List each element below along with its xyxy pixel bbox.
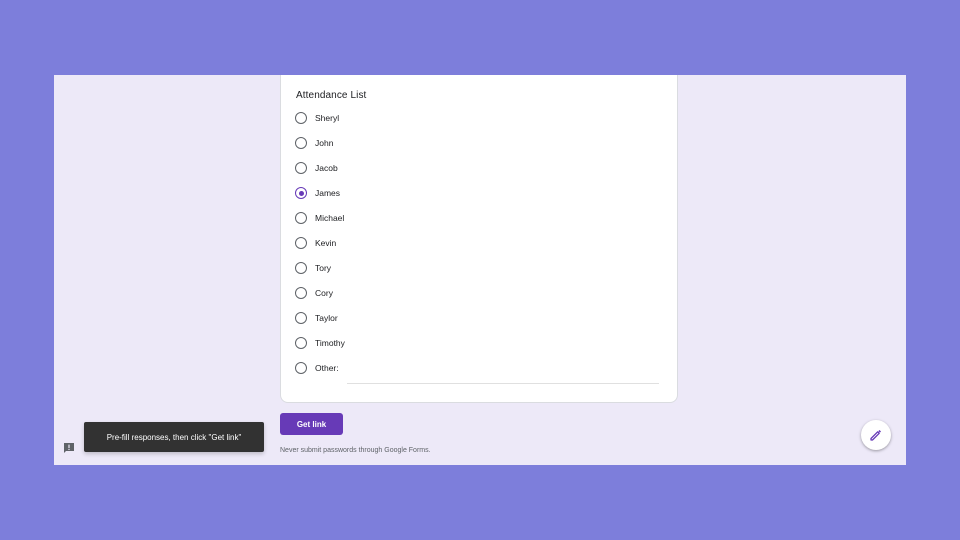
radio-button[interactable] bbox=[295, 112, 307, 124]
radio-button[interactable] bbox=[295, 162, 307, 174]
option-taylor[interactable]: Taylor bbox=[295, 310, 338, 326]
toast-message: Pre-fill responses, then click "Get link… bbox=[106, 432, 242, 442]
toast-notification: Pre-fill responses, then click "Get link… bbox=[84, 422, 264, 452]
option-label: Kevin bbox=[315, 238, 337, 248]
option-label: James bbox=[315, 188, 341, 198]
option-timothy[interactable]: Timothy bbox=[295, 335, 345, 351]
option-kevin[interactable]: Kevin bbox=[295, 235, 336, 251]
option-james[interactable]: James bbox=[295, 185, 340, 201]
get-link-button[interactable]: Get link bbox=[280, 413, 343, 435]
radio-button[interactable] bbox=[295, 362, 307, 374]
radio-button[interactable] bbox=[295, 287, 307, 299]
option-label: Other: bbox=[315, 363, 339, 373]
option-sheryl[interactable]: Sheryl bbox=[295, 110, 339, 126]
pencil-icon bbox=[870, 430, 881, 441]
option-jacob[interactable]: Jacob bbox=[295, 160, 338, 176]
form-frame: Attendance List Sheryl John Jacob James … bbox=[54, 75, 906, 465]
option-label: Michael bbox=[315, 213, 345, 223]
radio-button[interactable] bbox=[295, 262, 307, 274]
edit-fab-button[interactable] bbox=[861, 420, 891, 450]
radio-button[interactable] bbox=[295, 337, 307, 349]
radio-button[interactable] bbox=[295, 137, 307, 149]
option-label: Tory bbox=[315, 263, 332, 273]
other-text-input[interactable] bbox=[347, 371, 659, 384]
option-label: Sheryl bbox=[315, 113, 340, 123]
option-label: John bbox=[315, 138, 334, 148]
question-title: Attendance List bbox=[296, 90, 367, 101]
option-tory[interactable]: Tory bbox=[295, 260, 331, 276]
radio-button[interactable] bbox=[295, 212, 307, 224]
radio-button[interactable] bbox=[295, 312, 307, 324]
radio-button[interactable] bbox=[295, 237, 307, 249]
feedback-icon[interactable] bbox=[63, 441, 75, 453]
password-disclaimer: Never submit passwords through Google Fo… bbox=[280, 447, 431, 454]
option-label: Taylor bbox=[315, 313, 338, 323]
option-other[interactable]: Other: bbox=[295, 360, 339, 376]
option-label: Jacob bbox=[315, 163, 338, 173]
radio-button-checked[interactable] bbox=[295, 187, 307, 199]
option-john[interactable]: John bbox=[295, 135, 333, 151]
option-michael[interactable]: Michael bbox=[295, 210, 344, 226]
option-label: Timothy bbox=[315, 338, 345, 348]
option-cory[interactable]: Cory bbox=[295, 285, 333, 301]
question-card: Attendance List Sheryl John Jacob James … bbox=[280, 75, 678, 403]
option-label: Cory bbox=[315, 288, 333, 298]
